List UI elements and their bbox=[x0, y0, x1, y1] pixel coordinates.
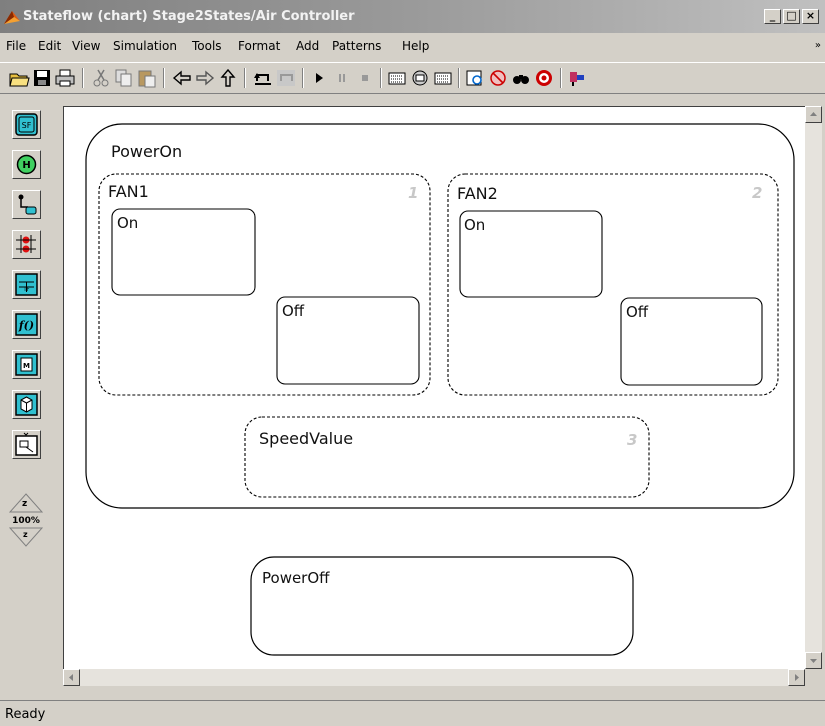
execution-order-fan2: 2 bbox=[752, 184, 763, 202]
connective-junction-icon[interactable] bbox=[12, 230, 41, 259]
copy-icon[interactable] bbox=[113, 67, 135, 89]
scroll-up-button[interactable] bbox=[805, 106, 822, 123]
box-tool-icon[interactable] bbox=[12, 430, 41, 459]
state-fan1-box bbox=[98, 173, 431, 396]
stop-icon[interactable] bbox=[354, 67, 376, 89]
execution-order-fan1: 1 bbox=[408, 184, 419, 202]
menu-help[interactable]: Help bbox=[402, 39, 429, 53]
default-transition-icon[interactable] bbox=[12, 190, 41, 219]
cut-icon[interactable] bbox=[90, 67, 112, 89]
state-label-fan2-on[interactable]: On bbox=[464, 216, 485, 234]
toolbar-separator bbox=[244, 68, 246, 88]
svg-text:f(): f() bbox=[18, 319, 34, 332]
model-icon[interactable] bbox=[566, 67, 588, 89]
build-icon[interactable] bbox=[386, 67, 408, 89]
state-label-fan1-on[interactable]: On bbox=[117, 214, 138, 232]
zoom-in-button[interactable]: z bbox=[22, 499, 27, 509]
menu-add[interactable]: Add bbox=[296, 39, 319, 53]
toolbar-separator bbox=[82, 68, 84, 88]
toolbar-separator bbox=[380, 68, 382, 88]
close-button[interactable]: × bbox=[802, 9, 819, 24]
menu-format[interactable]: Format bbox=[238, 39, 280, 53]
state-label-speedvalue[interactable]: SpeedValue bbox=[259, 429, 353, 448]
scroll-left-button[interactable] bbox=[63, 669, 80, 686]
vertical-scrollbar[interactable] bbox=[805, 106, 822, 669]
back-icon[interactable] bbox=[171, 67, 193, 89]
state-label-fan2[interactable]: FAN2 bbox=[457, 184, 498, 203]
debug-icon[interactable] bbox=[487, 67, 509, 89]
explorer-icon[interactable] bbox=[464, 67, 486, 89]
state-label-poweron[interactable]: PowerOn bbox=[111, 142, 182, 161]
scroll-right-button[interactable] bbox=[788, 669, 805, 686]
menu-edit[interactable]: Edit bbox=[38, 39, 61, 53]
chart-canvas[interactable]: PowerOn FAN1 1 On Off FAN2 2 On Off Spee… bbox=[63, 106, 805, 669]
status-bar: Ready bbox=[0, 700, 825, 726]
toolbar-separator bbox=[302, 68, 304, 88]
svg-text:H: H bbox=[22, 160, 30, 171]
simulink-function-icon[interactable] bbox=[12, 390, 41, 419]
stateflow-window: Stateflow (chart) Stage2States/Air Contr… bbox=[0, 0, 825, 726]
scrollbar-corner bbox=[805, 669, 822, 686]
rebuild-icon[interactable] bbox=[409, 67, 431, 89]
truth-table-icon[interactable]: TF bbox=[12, 270, 41, 299]
state-label-fan1-off[interactable]: Off bbox=[282, 302, 304, 320]
stateflow-logo-icon bbox=[3, 8, 21, 26]
toolbar-separator bbox=[458, 68, 460, 88]
state-fan2-box bbox=[447, 173, 779, 396]
svg-text:SF: SF bbox=[22, 121, 32, 130]
menu-simulation[interactable]: Simulation bbox=[113, 39, 177, 53]
graphical-function-icon[interactable]: f() bbox=[12, 310, 41, 339]
up-icon[interactable] bbox=[217, 67, 239, 89]
toolbar-separator bbox=[163, 68, 165, 88]
undo-icon[interactable] bbox=[252, 67, 274, 89]
print-icon[interactable] bbox=[54, 67, 76, 89]
toolbar-separator bbox=[560, 68, 562, 88]
find-icon[interactable] bbox=[510, 67, 532, 89]
open-icon[interactable] bbox=[8, 67, 30, 89]
menu-file[interactable]: File bbox=[6, 39, 26, 53]
svg-text:TF: TF bbox=[23, 287, 30, 293]
svg-text:M: M bbox=[23, 362, 30, 370]
zoom-level: 100% bbox=[12, 516, 40, 526]
forward-icon[interactable] bbox=[194, 67, 216, 89]
menu-tools[interactable]: Tools bbox=[192, 39, 222, 53]
zoom-out-button[interactable]: z bbox=[23, 530, 28, 539]
state-tool-icon[interactable]: SF bbox=[12, 110, 41, 139]
maximize-button[interactable]: □ bbox=[783, 9, 800, 24]
start-icon[interactable] bbox=[308, 67, 330, 89]
execution-order-speedvalue: 3 bbox=[627, 431, 638, 449]
state-label-fan2-off[interactable]: Off bbox=[626, 303, 648, 321]
matlab-function-icon[interactable]: M bbox=[12, 350, 41, 379]
save-icon[interactable] bbox=[31, 67, 53, 89]
pause-icon[interactable] bbox=[331, 67, 353, 89]
redo-icon[interactable] bbox=[275, 67, 297, 89]
status-text: Ready bbox=[5, 707, 46, 722]
toolbar bbox=[0, 62, 825, 94]
data-icon[interactable] bbox=[432, 67, 454, 89]
title-bar[interactable]: Stateflow (chart) Stage2States/Air Contr… bbox=[0, 0, 825, 33]
scroll-down-button[interactable] bbox=[805, 652, 822, 669]
history-junction-icon[interactable]: H bbox=[12, 150, 41, 179]
minimize-button[interactable]: _ bbox=[764, 9, 781, 24]
state-label-fan1[interactable]: FAN1 bbox=[108, 182, 149, 201]
zoom-control: z 100% z bbox=[8, 492, 44, 548]
menu-overflow-icon[interactable]: » bbox=[815, 40, 821, 51]
state-poweron-box bbox=[85, 123, 795, 509]
target-icon[interactable] bbox=[533, 67, 555, 89]
menu-view[interactable]: View bbox=[72, 39, 100, 53]
window-title: Stateflow (chart) Stage2States/Air Contr… bbox=[23, 9, 355, 24]
menu-patterns[interactable]: Patterns bbox=[332, 39, 381, 53]
object-palette: SF H TF f() M z 100% z bbox=[0, 100, 60, 680]
horizontal-scrollbar[interactable] bbox=[63, 669, 805, 686]
state-label-poweroff[interactable]: PowerOff bbox=[262, 569, 330, 587]
paste-icon[interactable] bbox=[136, 67, 158, 89]
menu-bar: File Edit View Simulation Tools Format A… bbox=[0, 34, 825, 58]
